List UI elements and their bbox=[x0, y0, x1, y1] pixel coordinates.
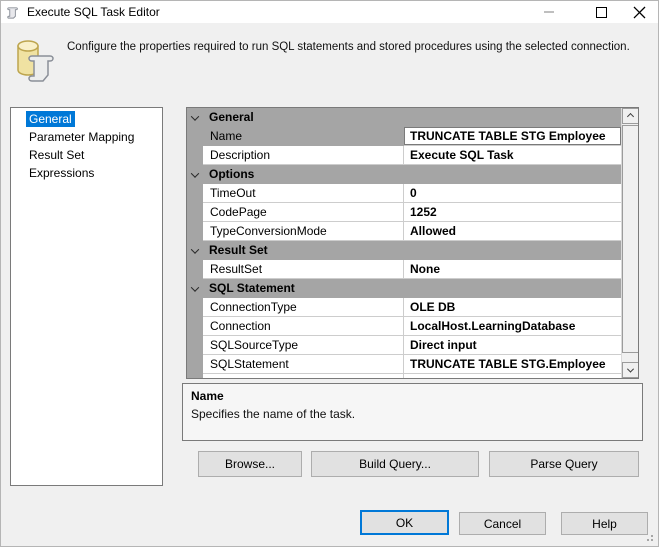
category-row-general[interactable]: General bbox=[187, 108, 621, 127]
scrollbar-thumb[interactable] bbox=[622, 125, 638, 353]
row-margin bbox=[187, 203, 203, 222]
sidebar-item-label: General bbox=[26, 111, 75, 127]
scrollbar-up-button[interactable] bbox=[622, 108, 638, 124]
property-value[interactable]: OLE DB bbox=[404, 298, 621, 317]
sql-task-scroll-icon bbox=[7, 6, 18, 19]
property-value[interactable]: Execute SQL Task bbox=[404, 146, 621, 165]
property-value[interactable]: None bbox=[404, 260, 621, 279]
property-row-connectiontype: ConnectionType OLE DB bbox=[187, 298, 621, 317]
category-row-options[interactable]: Options bbox=[187, 165, 621, 184]
sidebar-list: General Parameter Mapping Result Set Exp… bbox=[10, 107, 163, 486]
dialog-description: Configure the properties required to run… bbox=[67, 41, 630, 53]
sidebar-item-label: Expressions bbox=[29, 166, 95, 180]
property-label[interactable]: TypeConversionMode bbox=[203, 222, 404, 241]
property-help-panel: Name Specifies the name of the task. bbox=[182, 383, 643, 441]
sidebar-item-label: Result Set bbox=[29, 148, 85, 162]
property-row-timeout: TimeOut 0 bbox=[187, 184, 621, 203]
cancel-button[interactable]: Cancel bbox=[459, 512, 546, 535]
property-label[interactable]: ResultSet bbox=[203, 260, 404, 279]
category-label: Options bbox=[209, 167, 255, 181]
sidebar-item-expressions[interactable]: Expressions bbox=[11, 164, 162, 182]
property-row-codepage: CodePage 1252 bbox=[187, 203, 621, 222]
property-value[interactable]: TRUNCATE TABLE STG Employee bbox=[404, 127, 621, 146]
property-row-sqlsourcetype: SQLSourceType Direct input bbox=[187, 336, 621, 355]
maximize-icon bbox=[595, 6, 607, 18]
close-icon bbox=[633, 6, 645, 18]
property-value[interactable]: 1252 bbox=[404, 203, 621, 222]
property-value[interactable]: 0 bbox=[404, 184, 621, 203]
sidebar-item-parameter-mapping[interactable]: Parameter Mapping bbox=[11, 128, 162, 146]
row-margin bbox=[187, 336, 203, 355]
property-label[interactable]: SQLSourceType bbox=[203, 336, 404, 355]
scrollbar-down-button[interactable] bbox=[622, 362, 638, 378]
resize-grip[interactable] bbox=[651, 539, 653, 541]
row-margin bbox=[187, 184, 203, 203]
property-row-partial bbox=[187, 374, 621, 378]
sidebar-item-result-set[interactable]: Result Set bbox=[11, 146, 162, 164]
close-button[interactable] bbox=[622, 1, 656, 23]
sidebar-item-general[interactable]: General bbox=[11, 110, 162, 128]
property-label[interactable]: Name bbox=[203, 127, 404, 146]
maximize-button[interactable] bbox=[584, 1, 618, 23]
property-value[interactable]: Direct input bbox=[404, 336, 621, 355]
titlebar: Execute SQL Task Editor bbox=[1, 1, 658, 23]
row-margin bbox=[187, 298, 203, 317]
category-label: Result Set bbox=[209, 243, 268, 257]
property-value[interactable]: LocalHost.LearningDatabase bbox=[404, 317, 621, 336]
category-label: General bbox=[209, 110, 254, 124]
property-row-sqlstatement: SQLStatement TRUNCATE TABLE STG.Employee bbox=[187, 355, 621, 374]
row-margin bbox=[187, 355, 203, 374]
row-margin bbox=[187, 374, 203, 378]
chevron-down-icon[interactable] bbox=[187, 165, 203, 184]
build-query-button[interactable]: Build Query... bbox=[311, 451, 479, 477]
chevron-down-icon[interactable] bbox=[187, 241, 203, 260]
row-margin bbox=[187, 146, 203, 165]
property-value[interactable]: Allowed bbox=[404, 222, 621, 241]
help-panel-title: Name bbox=[191, 389, 224, 403]
browse-button[interactable]: Browse... bbox=[198, 451, 302, 477]
chevron-down-icon[interactable] bbox=[187, 108, 203, 127]
chevron-up-icon bbox=[626, 112, 635, 120]
property-grid: General Name TRUNCATE TABLE STG Employee… bbox=[186, 107, 639, 379]
sidebar-item-label: Parameter Mapping bbox=[29, 130, 135, 144]
property-label[interactable]: Description bbox=[203, 146, 404, 165]
property-row-typeconversionmode: TypeConversionMode Allowed bbox=[187, 222, 621, 241]
property-row-resultset: ResultSet None bbox=[187, 260, 621, 279]
grid-scrollbar[interactable] bbox=[621, 108, 638, 378]
property-label[interactable]: TimeOut bbox=[203, 184, 404, 203]
minimize-button bbox=[532, 1, 566, 23]
row-margin bbox=[187, 260, 203, 279]
property-label[interactable]: ConnectionType bbox=[203, 298, 404, 317]
ok-button[interactable]: OK bbox=[360, 510, 449, 535]
chevron-down-icon bbox=[626, 365, 635, 373]
parse-query-button[interactable]: Parse Query bbox=[489, 451, 639, 477]
row-margin bbox=[187, 127, 203, 146]
property-row-description: Description Execute SQL Task bbox=[187, 146, 621, 165]
category-row-result-set[interactable]: Result Set bbox=[187, 241, 621, 260]
property-row-connection: Connection LocalHost.LearningDatabase bbox=[187, 317, 621, 336]
row-margin bbox=[187, 317, 203, 336]
property-value[interactable]: TRUNCATE TABLE STG.Employee bbox=[404, 355, 621, 374]
minimize-icon bbox=[544, 11, 554, 13]
property-label[interactable]: CodePage bbox=[203, 203, 404, 222]
window-title: Execute SQL Task Editor bbox=[27, 5, 160, 19]
property-grid-rows: General Name TRUNCATE TABLE STG Employee… bbox=[187, 108, 621, 378]
help-panel-description: Specifies the name of the task. bbox=[191, 407, 356, 421]
category-row-sql-statement[interactable]: SQL Statement bbox=[187, 279, 621, 298]
property-label[interactable]: SQLStatement bbox=[203, 355, 404, 374]
category-label: SQL Statement bbox=[209, 281, 295, 295]
property-label bbox=[203, 374, 404, 378]
property-label[interactable]: Connection bbox=[203, 317, 404, 336]
property-row-name: Name TRUNCATE TABLE STG Employee bbox=[187, 127, 621, 146]
help-button[interactable]: Help bbox=[561, 512, 648, 535]
chevron-down-icon[interactable] bbox=[187, 279, 203, 298]
execute-sql-task-editor-window: Execute SQL Task Editor Configure the pr… bbox=[0, 0, 659, 547]
property-value bbox=[404, 374, 621, 378]
database-scroll-icon bbox=[17, 40, 54, 82]
row-margin bbox=[187, 222, 203, 241]
